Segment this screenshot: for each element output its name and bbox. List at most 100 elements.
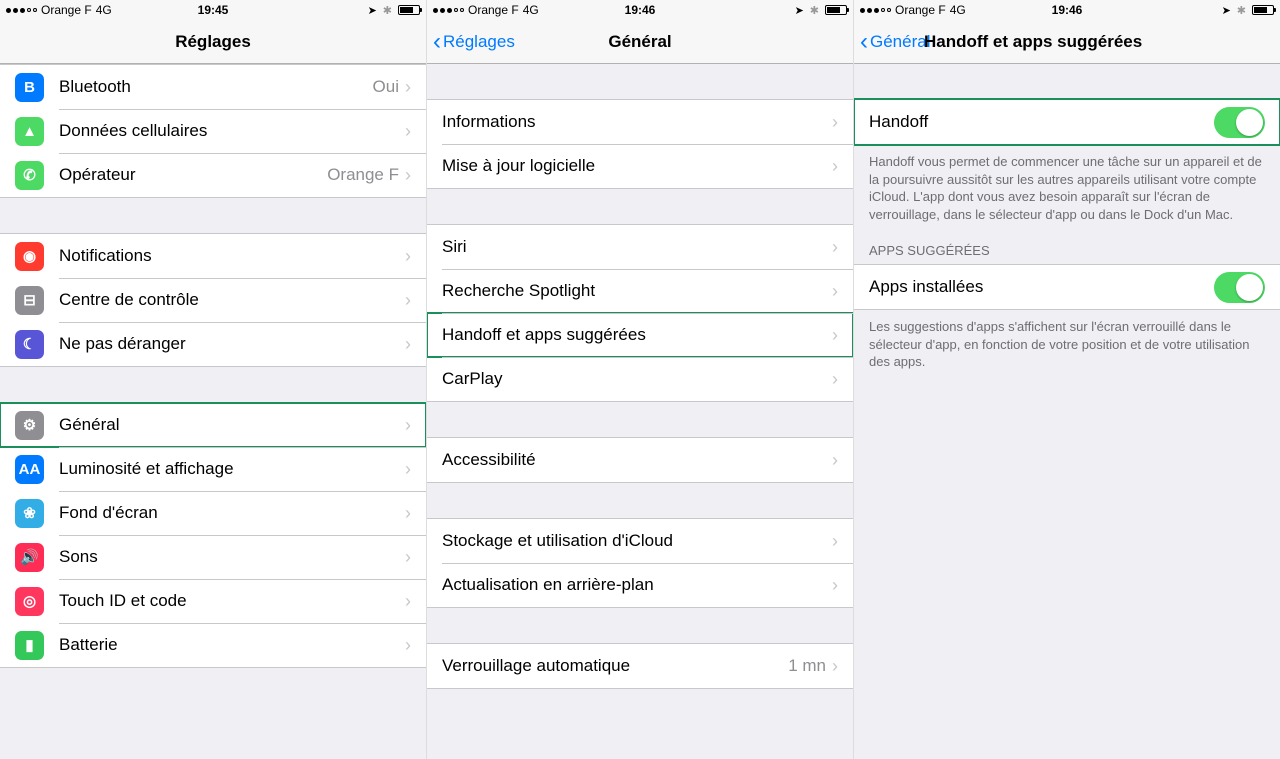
- back-label: Réglages: [443, 32, 515, 52]
- screen-settings: Orange F 4G 19:45 ➤ ✱ Réglages B Bluetoot…: [0, 0, 427, 759]
- row-label: Apps installées: [869, 277, 1214, 297]
- row-recherche-spotlight[interactable]: Recherche Spotlight›: [427, 269, 853, 313]
- clock-label: 19:46: [625, 3, 656, 17]
- chevron-right-icon: ›: [832, 325, 838, 346]
- row-verrouillage-automatique[interactable]: Verrouillage automatique1 mn ›: [427, 644, 853, 688]
- row-label: Mise à jour logicielle: [442, 156, 832, 176]
- row-value: Oui: [373, 77, 399, 97]
- row-bluetooth[interactable]: B BluetoothOui ›: [0, 65, 426, 109]
- row-siri[interactable]: Siri›: [427, 225, 853, 269]
- chevron-left-icon: ‹: [433, 30, 441, 54]
- row-label: Batterie: [59, 635, 405, 655]
- chevron-right-icon: ›: [405, 165, 411, 186]
- notifications-icon: ◉: [15, 242, 44, 271]
- row-fond-d-cran[interactable]: ❀Fond d'écran›: [0, 491, 426, 535]
- display-icon: AA: [15, 455, 44, 484]
- location-icon: ➤: [368, 4, 377, 17]
- toggle-apps-installees[interactable]: [1214, 272, 1265, 303]
- row-ne-pas-d-ranger[interactable]: ☾Ne pas déranger›: [0, 322, 426, 366]
- network-label: 4G: [523, 3, 539, 17]
- row-label: Verrouillage automatique: [442, 656, 788, 676]
- chevron-right-icon: ›: [405, 591, 411, 612]
- chevron-right-icon: ›: [405, 459, 411, 480]
- signal-dots: [433, 8, 464, 13]
- chevron-right-icon: ›: [405, 503, 411, 524]
- row-handoff-et-apps-sugg-r-es[interactable]: Handoff et apps suggérées›: [427, 313, 853, 357]
- screen-handoff: Orange F 4G 19:46 ➤ ✱ ‹ Général Handoff …: [854, 0, 1280, 759]
- battery-icon: ▮: [15, 631, 44, 660]
- row-donn-es-cellulaires[interactable]: ▲ Données cellulaires›: [0, 109, 426, 153]
- status-bar: Orange F 4G 19:46 ➤ ✱: [854, 0, 1280, 20]
- chevron-right-icon: ›: [832, 656, 838, 677]
- row-touch-id-et-code[interactable]: ◎Touch ID et code›: [0, 579, 426, 623]
- chevron-right-icon: ›: [405, 121, 411, 142]
- header-apps-suggerees: APPS SUGGÉRÉES: [854, 223, 1280, 264]
- row-label: CarPlay: [442, 369, 832, 389]
- row-label: Recherche Spotlight: [442, 281, 832, 301]
- footer-handoff: Handoff vous permet de commencer une tâc…: [854, 145, 1280, 223]
- chevron-right-icon: ›: [832, 369, 838, 390]
- nav-bar: ‹ Général Handoff et apps suggérées: [854, 20, 1280, 64]
- row-label: Touch ID et code: [59, 591, 405, 611]
- toggle-handoff[interactable]: [1214, 107, 1265, 138]
- chevron-right-icon: ›: [405, 547, 411, 568]
- row-label: Informations: [442, 112, 832, 132]
- row-value: 1 mn: [788, 656, 826, 676]
- row-luminosit-et-affichage[interactable]: AALuminosité et affichage›: [0, 447, 426, 491]
- chevron-right-icon: ›: [405, 290, 411, 311]
- back-button[interactable]: ‹ Réglages: [427, 30, 515, 54]
- row-label: Bluetooth: [59, 77, 373, 97]
- signal-dots: [6, 8, 37, 13]
- carrier-label: Orange F: [468, 3, 519, 17]
- row-sons[interactable]: 🔊 Sons›: [0, 535, 426, 579]
- row-label: Notifications: [59, 246, 405, 266]
- nav-bar: Réglages: [0, 20, 426, 64]
- bluetooth-icon: B: [15, 73, 44, 102]
- chevron-right-icon: ›: [832, 531, 838, 552]
- back-label: Général: [870, 32, 930, 52]
- row-label: Accessibilité: [442, 450, 832, 470]
- chevron-right-icon: ›: [405, 334, 411, 355]
- status-bar: Orange F 4G 19:46 ➤ ✱: [427, 0, 853, 20]
- chevron-right-icon: ›: [405, 246, 411, 267]
- sounds-icon: 🔊: [15, 543, 44, 572]
- row-label: Centre de contrôle: [59, 290, 405, 310]
- row-actualisation-en-arri-re-plan[interactable]: Actualisation en arrière-plan›: [427, 563, 853, 607]
- location-icon: ➤: [1222, 4, 1231, 17]
- chevron-right-icon: ›: [405, 415, 411, 436]
- row-value: Orange F: [327, 165, 399, 185]
- row-label: Données cellulaires: [59, 121, 405, 141]
- bluetooth-status-icon: ✱: [810, 4, 819, 17]
- row-stockage-et-utilisation-d-icloud[interactable]: Stockage et utilisation d'iCloud›: [427, 519, 853, 563]
- battery-icon: [825, 5, 847, 15]
- status-bar: Orange F 4G 19:45 ➤ ✱: [0, 0, 426, 20]
- chevron-right-icon: ›: [832, 237, 838, 258]
- chevron-left-icon: ‹: [860, 30, 868, 54]
- network-label: 4G: [96, 3, 112, 17]
- row-batterie[interactable]: ▮Batterie›: [0, 623, 426, 667]
- chevron-right-icon: ›: [405, 77, 411, 98]
- row-handoff[interactable]: Handoff: [854, 100, 1280, 144]
- bluetooth-status-icon: ✱: [383, 4, 392, 17]
- carrier-label: Orange F: [41, 3, 92, 17]
- network-label: 4G: [950, 3, 966, 17]
- signal-dots: [860, 8, 891, 13]
- battery-icon: [398, 5, 420, 15]
- chevron-right-icon: ›: [832, 575, 838, 596]
- row-mise-jour-logicielle[interactable]: Mise à jour logicielle›: [427, 144, 853, 188]
- row-label: Stockage et utilisation d'iCloud: [442, 531, 832, 551]
- footer-apps: Les suggestions d'apps s'affichent sur l…: [854, 310, 1280, 371]
- row-notifications[interactable]: ◉ Notifications›: [0, 234, 426, 278]
- carrier-label: Orange F: [895, 3, 946, 17]
- back-button[interactable]: ‹ Général: [854, 30, 930, 54]
- row-op-rateur[interactable]: ✆OpérateurOrange F›: [0, 153, 426, 197]
- clock-label: 19:46: [1052, 3, 1083, 17]
- row-g-n-ral[interactable]: ⚙Général›: [0, 403, 426, 447]
- row-centre-de-contr-le[interactable]: ⊟Centre de contrôle›: [0, 278, 426, 322]
- row-accessibilit-[interactable]: Accessibilité›: [427, 438, 853, 482]
- cellular-icon: ▲: [15, 117, 44, 146]
- row-label: Sons: [59, 547, 405, 567]
- row-informations[interactable]: Informations›: [427, 100, 853, 144]
- row-carplay[interactable]: CarPlay›: [427, 357, 853, 401]
- row-apps-installees[interactable]: Apps installées: [854, 265, 1280, 309]
